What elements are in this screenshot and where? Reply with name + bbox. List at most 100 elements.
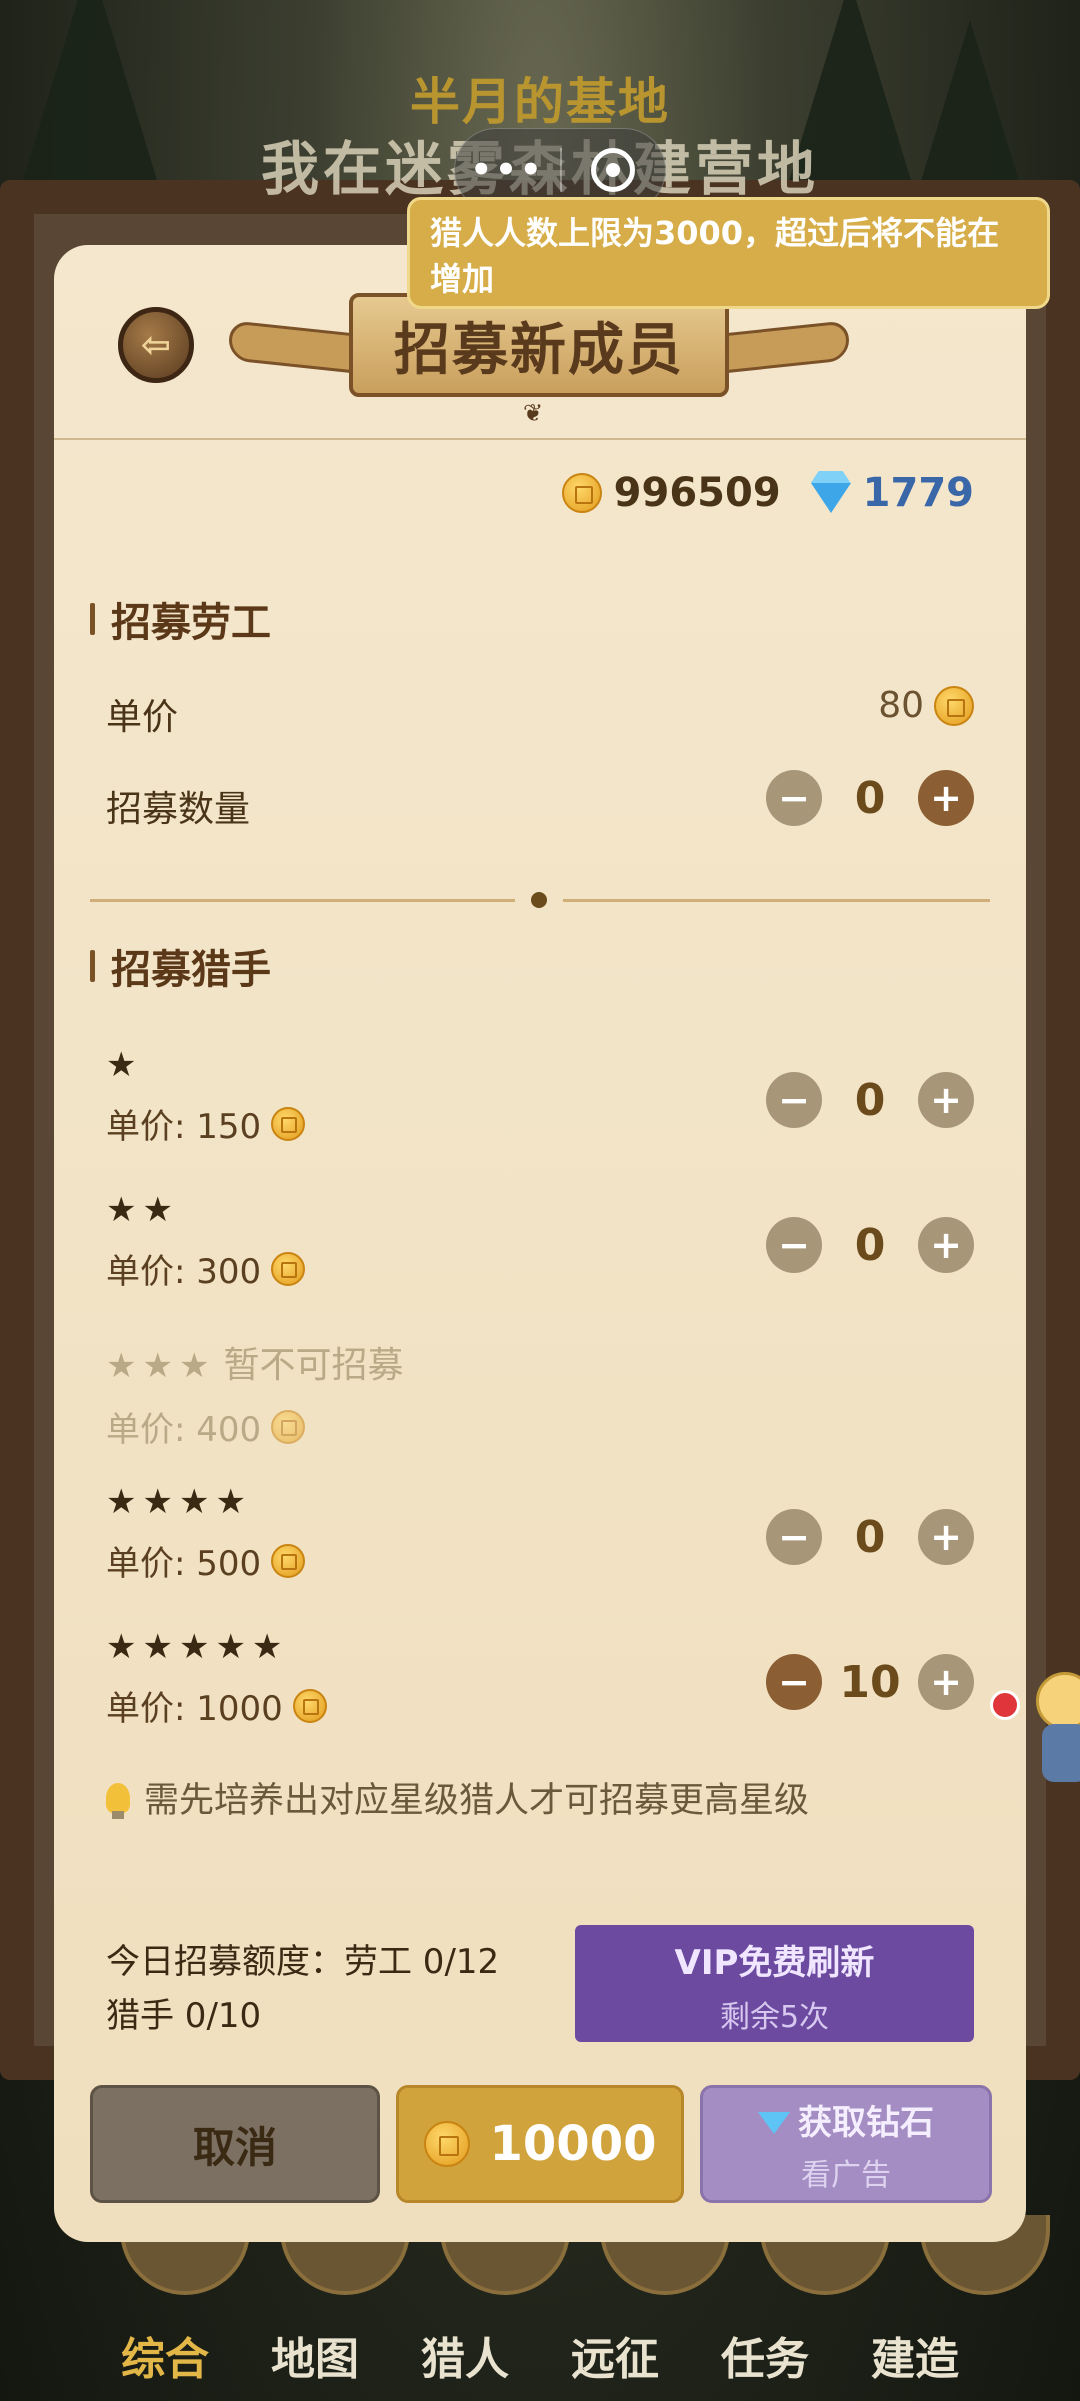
hunter-section-label: 招募猎手 (111, 947, 271, 993)
gold-coin-icon (292, 1688, 327, 1723)
minus-button[interactable]: − (766, 1217, 822, 1273)
gold-amount: 996509 (613, 470, 781, 516)
watch-ad-label: 看广告 (801, 2157, 891, 2193)
gold-coin-icon (423, 2121, 470, 2167)
hunter-2-stepper: − 0 + (766, 1217, 974, 1273)
bottom-nav: 综合 地图 猎人 远征 任务 建造 (0, 2310, 1080, 2400)
avatar-head (1036, 1672, 1080, 1730)
recruit-modal: ⇦ 招募新成员 ❦ 996509 1779 招募劳工 单价 80 招募数量 − … (54, 245, 1026, 2242)
notification-dot (990, 1690, 1020, 1720)
back-button[interactable]: ⇦ (118, 307, 194, 383)
hunter-4-stepper: − 0 + (766, 1509, 974, 1565)
hunter-tier-4: ★★★★ 单价: 500 (106, 1482, 306, 1585)
gold-coin-icon (271, 1543, 306, 1578)
target-close-icon[interactable] (562, 148, 665, 192)
hunter-2-quantity: 0 (854, 1219, 886, 1271)
labor-price-value: 80 (878, 685, 924, 726)
nav-tab-build[interactable]: 建造 (871, 2323, 959, 2387)
recruit-quantity-label: 招募数量 (106, 789, 251, 830)
recruit-tip: 需先培养出对应星级猎人才可招募更高星级 (106, 1772, 809, 1823)
get-gems-label: 获取钻石 (798, 2102, 934, 2143)
price-text: 单价: 500 (106, 1544, 262, 1584)
vip-label: VIP免费刷新 (674, 1943, 875, 1983)
back-arrow-icon: ⇦ (140, 324, 172, 366)
nav-tab-map[interactable]: 地图 (271, 2323, 359, 2387)
gold-coin-icon (561, 473, 602, 513)
hunter-tier-3: ★★★ 暂不可招募 单价: 400 (106, 1336, 403, 1451)
divider-line (563, 899, 990, 902)
diamond-icon (810, 483, 851, 513)
nav-tab-tasks[interactable]: 任务 (721, 2323, 809, 2387)
section-marker (90, 950, 95, 982)
target-ring (591, 148, 636, 192)
labor-section-title: 招募劳工 (90, 590, 271, 648)
hunter-section-title: 招募猎手 (90, 937, 271, 995)
limit-toast: 猎人人数上限为3000，超过后将不能在增加 (407, 197, 1050, 309)
quota-hunter: 猎手 0/10 (106, 1996, 262, 2036)
plus-button[interactable]: + (918, 1217, 974, 1273)
minus-button[interactable]: − (766, 1654, 822, 1710)
plus-button[interactable]: + (918, 1509, 974, 1565)
price-text: 单价: 300 (106, 1252, 262, 1292)
nav-tab-overview[interactable]: 综合 (121, 2323, 209, 2387)
hunter-price: 单价: 300 (106, 1244, 306, 1293)
unavailable-label: 暂不可招募 (223, 1345, 404, 1386)
section-divider (90, 890, 990, 910)
price-text: 单价: 150 (106, 1107, 262, 1147)
divider-line (90, 899, 515, 902)
plus-button[interactable]: + (918, 1072, 974, 1128)
hunter-price: 单价: 150 (106, 1099, 306, 1148)
plus-button[interactable]: + (918, 770, 974, 826)
get-gems-button[interactable]: 获取钻石 看广告 (700, 2085, 992, 2203)
quota-labor: 今日招募额度：劳工 0/12 (106, 1942, 500, 1982)
hunter-1-quantity: 0 (854, 1074, 886, 1126)
divider-dot (531, 892, 547, 908)
vip-refresh-button[interactable]: VIP免费刷新 剩余5次 (575, 1925, 974, 2042)
labor-quantity-stepper: − 0 + (766, 770, 974, 826)
hunter-5-quantity: 10 (839, 1656, 901, 1708)
vip-remaining: 剩余5次 (719, 2000, 830, 2035)
avatar-body (1042, 1724, 1080, 1782)
assistant-avatar[interactable] (1022, 1672, 1080, 1790)
diamond-icon (758, 2112, 790, 2134)
gold-coin-icon (271, 1409, 306, 1444)
tip-text: 需先培养出对应星级猎人才可招募更高星级 (144, 1781, 810, 1821)
nav-tab-hunters[interactable]: 猎人 (421, 2323, 509, 2387)
scroll-end-decoration (229, 320, 359, 374)
gold-coin-icon (271, 1106, 306, 1141)
section-marker (90, 603, 95, 635)
nav-tab-expedition[interactable]: 远征 (571, 2323, 659, 2387)
unit-price-label: 单价 (106, 697, 179, 738)
more-dots-icon[interactable]: ••• (455, 150, 560, 190)
total-cost: 10000 (489, 2116, 657, 2172)
star-rating-text: ★★★ (106, 1346, 216, 1386)
hunter-price: 单价: 1000 (106, 1681, 327, 1730)
hunter-tier-2: ★★ 单价: 300 (106, 1190, 306, 1293)
hunter-tier-5: ★★★★★ 单价: 1000 (106, 1627, 327, 1730)
minus-button[interactable]: − (766, 1509, 822, 1565)
gold-coin-icon (271, 1251, 306, 1286)
hunter-1-stepper: − 0 + (766, 1072, 974, 1128)
daily-quota: 今日招募额度：劳工 0/12 猎手 0/10 (106, 1935, 499, 2043)
hunter-price: 单价: 400 (106, 1402, 403, 1451)
cancel-button[interactable]: 取消 (90, 2085, 380, 2203)
gold-coin-icon (934, 685, 974, 726)
currency-bar: 996509 1779 (561, 470, 974, 516)
hunter-5-stepper: − 10 + (766, 1654, 974, 1710)
get-gems-row: 获取钻石 (758, 2095, 934, 2144)
labor-quantity-value: 0 (854, 772, 886, 824)
confirm-recruit-button[interactable]: 10000 (396, 2085, 684, 2203)
minus-button[interactable]: − (766, 770, 822, 826)
minus-button[interactable]: − (766, 1072, 822, 1128)
hunter-4-quantity: 0 (854, 1511, 886, 1563)
lightbulb-icon (106, 1782, 130, 1819)
ornament-icon: ❦ (523, 399, 544, 427)
scroll-end-decoration (719, 320, 849, 374)
star-rating: ★ (106, 1045, 143, 1085)
hunter-tier-1: ★ 单价: 150 (106, 1045, 306, 1148)
plus-button[interactable]: + (918, 1654, 974, 1710)
action-buttons: 取消 10000 获取钻石 看广告 (90, 2085, 992, 2203)
labor-section-label: 招募劳工 (111, 600, 271, 646)
hunter-price: 单价: 500 (106, 1536, 306, 1585)
star-rating: ★★ (106, 1190, 179, 1230)
